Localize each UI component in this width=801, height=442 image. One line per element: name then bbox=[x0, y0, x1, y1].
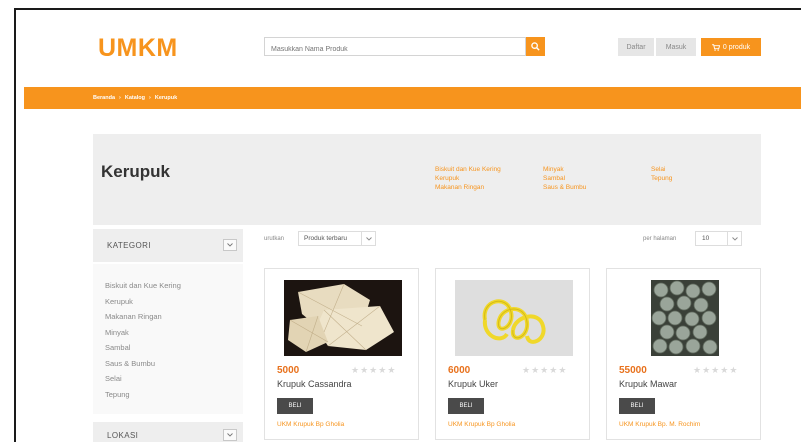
chevron-down-icon bbox=[227, 243, 233, 247]
seller-link[interactable]: UKM Krupuk Bp Gholia bbox=[277, 421, 344, 428]
sidebar-item-minyak[interactable]: Minyak bbox=[105, 325, 181, 341]
sidebar-item-selai[interactable]: Selai bbox=[105, 371, 181, 387]
search-input[interactable] bbox=[265, 41, 525, 58]
product-name[interactable]: Krupuk Mawar bbox=[619, 379, 677, 389]
buy-button[interactable]: BELI bbox=[277, 398, 313, 414]
product-image[interactable] bbox=[455, 280, 573, 356]
category-link[interactable]: Sambal bbox=[543, 175, 586, 182]
breadcrumb-separator: › bbox=[119, 95, 121, 101]
rating-stars: ★★★★★ bbox=[522, 365, 567, 376]
star-icon: ★ bbox=[711, 365, 721, 375]
star-icon: ★ bbox=[549, 365, 559, 375]
per-page-value: 10 bbox=[702, 235, 710, 242]
sort-select-value: Produk terbaru bbox=[304, 235, 347, 242]
star-icon: ★ bbox=[360, 365, 370, 375]
sidebar-item-tepung[interactable]: Tepung bbox=[105, 387, 181, 403]
rating-stars: ★★★★★ bbox=[351, 365, 396, 376]
sidebar-lokasi-title: LOKASI bbox=[107, 431, 139, 440]
category-link[interactable]: Biskuit dan Kue Kering bbox=[435, 166, 501, 173]
star-icon: ★ bbox=[702, 365, 712, 375]
per-page-label: per halaman bbox=[643, 236, 677, 242]
sidebar-item-kerupuk[interactable]: Kerupuk bbox=[105, 294, 181, 310]
rating-stars: ★★★★★ bbox=[693, 365, 738, 376]
lokasi-collapse-toggle[interactable] bbox=[223, 429, 237, 441]
star-icon: ★ bbox=[522, 365, 532, 375]
chevron-down-icon bbox=[731, 236, 738, 241]
sort-label: urutkan bbox=[264, 236, 285, 242]
login-button[interactable]: Masuk bbox=[656, 38, 696, 56]
sidebar-category-list: Biskuit dan Kue Kering Kerupuk Makanan R… bbox=[105, 278, 181, 402]
chevron-down-icon bbox=[365, 236, 372, 241]
breadcrumb-katalog[interactable]: Katalog bbox=[125, 95, 145, 101]
star-icon: ★ bbox=[531, 365, 541, 375]
star-icon: ★ bbox=[369, 365, 379, 375]
star-icon: ★ bbox=[387, 365, 397, 375]
kategori-collapse-toggle[interactable] bbox=[223, 239, 237, 251]
star-icon: ★ bbox=[729, 365, 739, 375]
sidebar-kategori-title: KATEGORI bbox=[107, 241, 151, 250]
breadcrumb-separator: › bbox=[149, 95, 151, 101]
sort-select[interactable]: Produk terbaru bbox=[298, 231, 376, 246]
search-field[interactable] bbox=[264, 37, 526, 58]
product-image[interactable] bbox=[284, 280, 402, 356]
category-link[interactable]: Tepung bbox=[651, 175, 672, 182]
product-name[interactable]: Krupuk Cassandra bbox=[277, 379, 352, 389]
star-icon: ★ bbox=[351, 365, 361, 375]
buy-button[interactable]: BELI bbox=[619, 398, 655, 414]
star-icon: ★ bbox=[378, 365, 388, 375]
star-icon: ★ bbox=[693, 365, 703, 375]
category-links-col-3: Selai Tepung bbox=[651, 166, 672, 182]
category-link[interactable]: Makanan Ringan bbox=[435, 184, 501, 191]
breadcrumb: Beranda › Katalog › Kerupuk bbox=[93, 95, 177, 101]
search-icon bbox=[531, 42, 540, 51]
sidebar-item-makanan-ringan[interactable]: Makanan Ringan bbox=[105, 309, 181, 325]
sidebar-item-sambal[interactable]: Sambal bbox=[105, 340, 181, 356]
star-icon: ★ bbox=[720, 365, 730, 375]
per-page-select[interactable]: 10 bbox=[695, 231, 742, 246]
cart-label: 0 produk bbox=[722, 43, 751, 51]
category-link[interactable]: Minyak bbox=[543, 166, 586, 173]
sidebar-item-saus-bumbu[interactable]: Saus & Bumbu bbox=[105, 356, 181, 372]
sort-select-caret bbox=[361, 232, 375, 245]
seller-link[interactable]: UKM Krupuk Bp Gholia bbox=[448, 421, 515, 428]
page-title: Kerupuk bbox=[101, 162, 170, 181]
product-price: 5000 bbox=[277, 365, 300, 376]
per-page-caret bbox=[727, 232, 741, 245]
product-card[interactable]: 6000 ★★★★★ Krupuk Uker BELI UKM Krupuk B… bbox=[435, 268, 590, 440]
buy-button[interactable]: BELI bbox=[448, 398, 484, 414]
category-link[interactable]: Selai bbox=[651, 166, 672, 173]
category-links-col-1: Biskuit dan Kue Kering Kerupuk Makanan R… bbox=[435, 166, 501, 191]
product-price: 6000 bbox=[448, 365, 471, 376]
register-button[interactable]: Daftar bbox=[618, 38, 654, 56]
sidebar-item-biskuit[interactable]: Biskuit dan Kue Kering bbox=[105, 278, 181, 294]
product-price: 55000 bbox=[619, 365, 647, 376]
search-button[interactable] bbox=[526, 37, 545, 56]
category-links-col-2: Minyak Sambal Saus & Bumbu bbox=[543, 166, 586, 191]
cart-icon bbox=[711, 43, 720, 51]
category-link[interactable]: Kerupuk bbox=[435, 175, 501, 182]
category-link[interactable]: Saus & Bumbu bbox=[543, 184, 586, 191]
cart-button[interactable]: 0 produk bbox=[701, 38, 761, 56]
seller-link[interactable]: UKM Krupuk Bp. M. Rochim bbox=[619, 421, 700, 428]
breadcrumb-home[interactable]: Beranda bbox=[93, 95, 115, 101]
chevron-down-icon bbox=[227, 433, 233, 437]
site-logo[interactable]: UMKM bbox=[98, 34, 178, 63]
product-card[interactable]: 55000 ★★★★★ Krupuk Mawar BELI UKM Krupuk… bbox=[606, 268, 761, 440]
product-name[interactable]: Krupuk Uker bbox=[448, 379, 498, 389]
product-image[interactable] bbox=[651, 280, 719, 356]
product-card[interactable]: 5000 ★★★★★ Krupuk Cassandra BELI UKM Kru… bbox=[264, 268, 419, 440]
star-icon: ★ bbox=[558, 365, 568, 375]
breadcrumb-current: Kerupuk bbox=[154, 95, 178, 101]
star-icon: ★ bbox=[540, 365, 550, 375]
